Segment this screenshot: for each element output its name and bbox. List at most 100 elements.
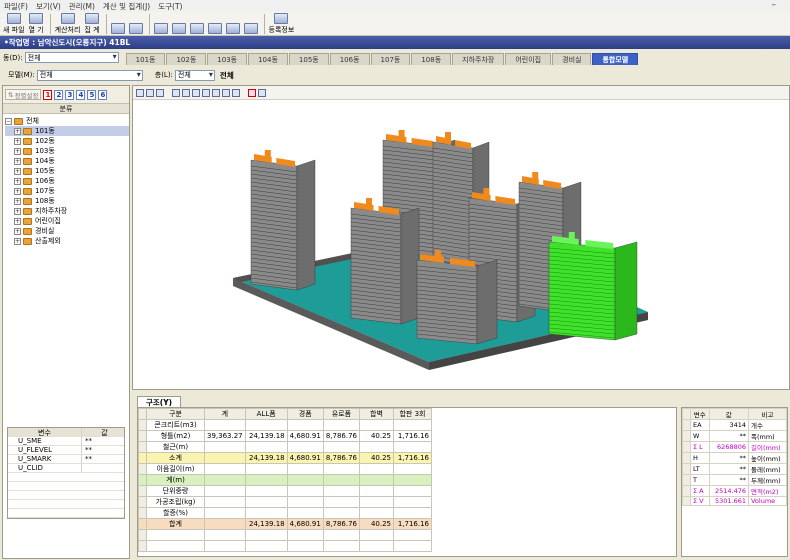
quantity-row[interactable]: 형틀(m2) 39,363.27 24,139.18 4,680.91 8,786.76… [138,430,432,442]
quantity-row[interactable]: 할증(%) [138,507,432,519]
expand-icon[interactable]: + [14,137,21,145]
expand-icon[interactable]: + [14,147,21,155]
expand-icon[interactable]: + [14,167,21,175]
quantity-row[interactable]: 소계 24,139.18 4,680.91 8,786.76 40.25 1,716.16 [138,452,432,464]
tab-dong-9[interactable]: 어린이집 [505,53,552,65]
tree-item[interactable]: +101동 [5,126,129,136]
tab-dong-2[interactable]: 103동 [207,53,248,65]
menu-item-0[interactable]: 파일(F) [4,1,28,12]
quantity-row[interactable]: 단위중량 [138,485,432,497]
tab-dong-11[interactable]: 통합모델 [592,53,639,65]
variable-row[interactable]: U_SMARK ** [8,455,124,464]
list-icon[interactable] [248,88,256,97]
tree-item[interactable]: + 경비실 [5,226,129,236]
level-button-4[interactable]: 4 [76,89,86,100]
layout-button-3[interactable] [189,13,204,35]
tab-dong-8[interactable]: 지하주차장 [452,53,505,65]
layout-button-2[interactable] [171,13,186,35]
tree-root[interactable]: − 전체 [5,116,129,126]
quantity-row[interactable]: 계(m) [138,474,432,486]
tree-item[interactable]: +105동 [5,166,129,176]
model-3d-viewport[interactable] [133,100,789,389]
menu-item-4[interactable]: 도구(T) [158,1,182,12]
variable-row[interactable]: U_FLEVEL ** [8,446,124,455]
tab-dong-10[interactable]: 경비실 [552,53,592,65]
sum-button[interactable]: 집 계 [84,13,100,35]
view-iso-icon[interactable] [232,88,240,97]
property-row[interactable]: Σ L 6268806 길이(mm) [682,441,788,453]
model-combo[interactable]: 전체 [36,69,143,81]
dong-combo[interactable]: 전체 [24,52,119,63]
zoom-button[interactable] [110,13,125,35]
tab-dong-5[interactable]: 106동 [329,53,370,65]
tree-item[interactable]: +108동 [5,196,129,206]
expand-icon[interactable]: + [14,227,21,235]
menu-item-2[interactable]: 관리(M) [69,1,95,12]
tab-dong-4[interactable]: 105동 [288,53,329,65]
tab-dong-6[interactable]: 107동 [370,53,411,65]
view-bottom-icon[interactable] [222,88,230,97]
menu-item-3[interactable]: 계산 및 집계(J) [103,1,150,12]
layout-button-5[interactable] [225,13,240,35]
tree-item[interactable]: +107동 [5,186,129,196]
floor-combo[interactable]: 전체 [174,69,215,81]
tree-item[interactable]: + 산출제외 [5,236,129,246]
orbit-icon[interactable] [146,88,154,97]
zoom-out-button[interactable] [128,13,143,35]
building-7[interactable] [548,232,638,341]
tab-dong-7[interactable]: 108동 [411,53,452,65]
building-6[interactable] [416,250,498,345]
quantity-row[interactable]: 이음길이(m) [138,463,432,475]
register-info-button[interactable]: 등록정보 [269,13,294,35]
view-left-icon[interactable] [192,88,200,97]
expand-icon[interactable]: + [14,217,21,225]
render-icon[interactable] [136,88,144,97]
expand-icon[interactable]: + [14,237,21,245]
tab-dong-3[interactable]: 104동 [248,53,288,65]
layout-button-1[interactable] [153,13,168,35]
property-row[interactable]: T ** 두께(mm) [682,474,788,486]
property-row[interactable]: Σ A 2514.476 면적(m2) [682,485,788,497]
layout-button-6[interactable] [243,13,258,35]
variable-row[interactable]: U_CLID [8,464,124,473]
level-button-6[interactable]: 6 [98,89,108,100]
property-row[interactable]: EA 3414 개수 [682,419,788,431]
expand-icon[interactable]: + [14,127,21,135]
view-back-icon[interactable] [182,88,190,97]
view-right-icon[interactable] [202,88,210,97]
tree-item[interactable]: + 어린이집 [5,216,129,226]
new-file-button[interactable]: 새 파일 [3,13,25,35]
level-button-3[interactable]: 3 [65,89,75,100]
expand-icon[interactable]: + [14,187,21,195]
tree-item[interactable]: + 지하주차장 [5,206,129,216]
tree-item[interactable]: +106동 [5,176,129,186]
sort-settings-button[interactable]: ⇅ 정렬설정 [5,89,42,100]
level-button-1[interactable]: 1 [43,89,53,100]
building-3[interactable] [350,198,420,325]
property-row[interactable]: Σ V 5301.661 Volume [682,496,788,506]
expand-icon[interactable]: + [14,197,21,205]
view-top-icon[interactable] [212,88,220,97]
building-0[interactable] [250,150,316,291]
tab-dong-1[interactable]: 102동 [166,53,207,65]
expand-icon[interactable]: + [14,177,21,185]
variable-row[interactable]: U_SME ** [8,437,124,446]
terrain-icon[interactable] [258,88,266,97]
quantity-row[interactable]: 합계 24,139.18 4,680.91 8,786.76 40.25 1,716.16 [138,518,432,530]
property-row[interactable]: LT ** 둘레(mm) [682,463,788,475]
collapse-icon[interactable]: − [5,117,12,125]
quantity-row[interactable]: 가공조립(kg) [138,496,432,508]
pan-icon[interactable] [156,88,164,97]
tree-item[interactable]: +103동 [5,146,129,156]
layout-button-4[interactable] [207,13,222,35]
quantity-row[interactable]: 철근(m) [138,441,432,453]
view-front-icon[interactable] [172,88,180,97]
calc-button[interactable]: 계산처리 [55,13,80,35]
property-row[interactable]: W ** 폭(mm) [682,430,788,442]
level-button-2[interactable]: 2 [54,89,64,100]
expand-icon[interactable]: + [14,207,21,215]
tree-item[interactable]: +102동 [5,136,129,146]
property-row[interactable]: H ** 높이(mm) [682,452,788,464]
level-button-5[interactable]: 5 [87,89,97,100]
minimize-icon[interactable]: – [772,0,777,10]
